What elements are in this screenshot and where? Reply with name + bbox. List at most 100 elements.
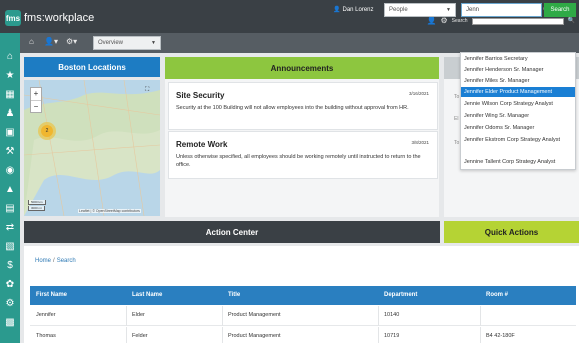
chevron-down-icon: ▼ bbox=[151, 40, 156, 46]
cell-title: Product Management bbox=[228, 312, 281, 318]
user-icon: 👤 bbox=[333, 7, 341, 13]
report-icon[interactable]: ▧ bbox=[0, 242, 20, 252]
results-table-header: First Name Last Name Title Department Ro… bbox=[30, 286, 576, 305]
column-divider bbox=[480, 327, 481, 343]
calendar-icon[interactable]: ▩ bbox=[0, 318, 20, 328]
user-name: Dan Lorenz bbox=[342, 7, 374, 13]
announcement-card[interactable]: Remote Work 3/8/2021 Unless otherwise sp… bbox=[168, 131, 438, 179]
suggestion-item[interactable]: Jennifer Ekstrom Corp Strategy Analyst bbox=[461, 135, 575, 153]
boston-map[interactable] bbox=[24, 80, 160, 216]
logo-text: fms:workplace bbox=[24, 12, 95, 24]
announcement-text: Unless otherwise specified, all employee… bbox=[176, 154, 421, 168]
zoom-out-button[interactable]: − bbox=[31, 100, 41, 112]
dollar-icon[interactable]: $ bbox=[0, 261, 20, 271]
chevron-down-icon: ▼ bbox=[446, 7, 451, 13]
user-menu-icon[interactable]: 👤▾ bbox=[44, 37, 58, 46]
cell-first-name: Jennifer bbox=[36, 312, 56, 318]
person-icon[interactable]: ♟ bbox=[0, 109, 20, 119]
app-window: fms fms:workplace Powered by FM:Systems … bbox=[0, 0, 579, 343]
user-icon[interactable]: 👤 bbox=[427, 17, 437, 25]
column-header-room[interactable]: Room # bbox=[486, 292, 508, 298]
announcements-header: Announcements bbox=[165, 57, 439, 79]
tools-icon[interactable]: ⚙ bbox=[0, 299, 20, 309]
top-search: 👤 ⚙ Search 🔍 bbox=[427, 17, 575, 25]
right-panel-row: To bbox=[454, 94, 460, 100]
right-panel-row: El bbox=[454, 116, 459, 122]
view-select[interactable]: Overview ▼ bbox=[93, 36, 161, 50]
cell-room: B4 42-180F bbox=[486, 333, 515, 339]
breadcrumb-separator: / bbox=[53, 258, 55, 264]
current-user[interactable]: 👤 Dan Lorenz bbox=[333, 6, 374, 13]
view-select-value: Overview bbox=[98, 40, 124, 46]
suggestion-item[interactable]: Jennifer Henderson Sr. Manager bbox=[461, 65, 575, 75]
floorplan-icon[interactable]: ▦ bbox=[0, 90, 20, 100]
gear-icon[interactable]: ⚙ bbox=[441, 17, 448, 25]
top-search-label: Search bbox=[451, 18, 468, 24]
announcement-text: Security at the 100 Building will not al… bbox=[176, 105, 409, 111]
cell-department: 10140 bbox=[384, 312, 400, 318]
logo[interactable]: fms fms:workplace bbox=[5, 10, 94, 26]
fullscreen-icon[interactable]: ⛶ bbox=[145, 87, 149, 94]
map-scale-km: 5000 km bbox=[28, 200, 46, 205]
column-divider bbox=[126, 306, 127, 326]
column-divider bbox=[126, 327, 127, 343]
building-icon[interactable]: ▣ bbox=[0, 128, 20, 138]
zoom-in-button[interactable]: + bbox=[31, 88, 41, 100]
chart-icon[interactable]: ▲ bbox=[0, 185, 20, 195]
action-center-header[interactable]: Action Center bbox=[24, 221, 440, 243]
suggestion-item[interactable]: Jennie Wilson Corp Strategy Analyst bbox=[461, 99, 575, 109]
table-row[interactable]: Jennifer Elder Product Management 10140 bbox=[30, 306, 576, 326]
cell-title: Product Management bbox=[228, 333, 281, 339]
people-search-input[interactable]: Jenn bbox=[461, 3, 542, 17]
column-header-first-name[interactable]: First Name bbox=[36, 292, 67, 298]
breadcrumb-current: Search bbox=[56, 258, 76, 264]
suggestion-item[interactable]: Jennine Tallent Corp Strategy Analyst bbox=[461, 157, 575, 167]
settings-menu-icon[interactable]: ⚙▾ bbox=[66, 37, 77, 46]
column-divider bbox=[378, 327, 379, 343]
logo-mark: fms bbox=[5, 10, 21, 26]
suggestion-item-selected[interactable]: Jennifer Elder Product Management bbox=[461, 87, 575, 97]
wrench-icon[interactable]: ⚒ bbox=[0, 147, 20, 157]
breadcrumb-home[interactable]: Home bbox=[35, 258, 51, 264]
people-select[interactable]: People ▼ bbox=[384, 3, 456, 17]
top-search-input[interactable] bbox=[471, 17, 564, 25]
leaf-icon[interactable]: ✿ bbox=[0, 280, 20, 290]
search-suggestions-dropdown: Jennifer Barrios Secretary Jennifer Hend… bbox=[460, 52, 576, 170]
announcement-date: 3/8/2021 bbox=[411, 140, 429, 145]
column-divider bbox=[222, 306, 223, 326]
suggestion-item[interactable]: Jennifer Barrios Secretary bbox=[461, 54, 575, 64]
cell-department: 10719 bbox=[384, 333, 400, 339]
column-divider bbox=[378, 306, 379, 326]
search-icon[interactable]: 🔍 bbox=[568, 17, 575, 25]
announcement-date: 3/16/2021 bbox=[408, 91, 429, 96]
cluster-count: 2 bbox=[41, 125, 53, 137]
column-header-last-name[interactable]: Last Name bbox=[132, 292, 162, 298]
map-attribution[interactable]: Leaflet | © OpenStreetMap contributors bbox=[78, 209, 141, 213]
desk-icon[interactable]: ▤ bbox=[0, 204, 20, 214]
moves-icon[interactable]: ⇄ bbox=[0, 223, 20, 233]
search-button[interactable]: Search bbox=[544, 3, 576, 17]
announcement-title: Site Security bbox=[176, 91, 225, 100]
globe-icon[interactable]: ◉ bbox=[0, 166, 20, 176]
suggestion-item[interactable]: Jennifer Odoms Sr. Manager bbox=[461, 123, 575, 133]
home-icon[interactable]: ⌂ bbox=[0, 52, 20, 62]
suggestion-item[interactable]: Jennifer Wing Sr. Manager bbox=[461, 111, 575, 121]
breadcrumb: Home / Search bbox=[35, 258, 76, 264]
column-header-title[interactable]: Title bbox=[228, 292, 240, 298]
cell-first-name: Thomas bbox=[36, 333, 56, 339]
quick-actions-header[interactable]: Quick Actions bbox=[444, 221, 579, 243]
star-icon[interactable]: ★ bbox=[0, 71, 20, 81]
column-header-department[interactable]: Department bbox=[384, 292, 417, 298]
map-scale-mi: 3000 mi bbox=[28, 206, 45, 211]
left-rail: ⌂ ★ ▦ ♟ ▣ ⚒ ◉ ▲ ▤ ⇄ ▧ $ ✿ ⚙ ▩ bbox=[0, 33, 20, 343]
toolbar: ⌂ 👤▾ ⚙▾ Overview ▼ bbox=[20, 33, 579, 53]
column-divider bbox=[480, 306, 481, 326]
map-cluster-marker[interactable]: 2 bbox=[38, 122, 56, 140]
cell-last-name: Felder bbox=[132, 333, 148, 339]
announcement-card[interactable]: Site Security 3/16/2021 Security at the … bbox=[168, 82, 438, 130]
suggestion-item[interactable]: Jennifer Miles Sr. Manager bbox=[461, 76, 575, 86]
table-row[interactable]: Thomas Felder Product Management 10719 B… bbox=[30, 327, 576, 343]
home-icon[interactable]: ⌂ bbox=[29, 37, 34, 46]
map-zoom-control: + − bbox=[30, 87, 42, 113]
cell-last-name: Elder bbox=[132, 312, 145, 318]
